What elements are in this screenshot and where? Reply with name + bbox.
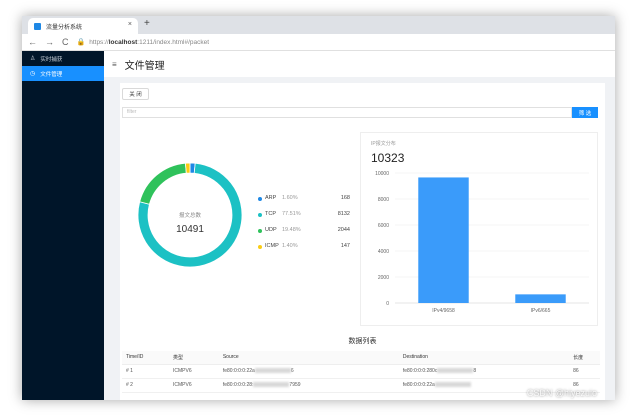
legend-pct: 77.51% bbox=[282, 211, 301, 217]
col-header[interactable]: 类型 bbox=[168, 351, 219, 365]
bar-chart-svg: 0 2000 4000 6000 8000 10000 IPv4/9658 IPv6/665 bbox=[375, 171, 589, 314]
legend-count: 147 bbox=[340, 243, 350, 249]
col-header[interactable]: Source bbox=[218, 351, 399, 365]
x-tick-label: IPv4/9658 bbox=[432, 308, 455, 314]
browser-window: 流量分析系统 × + ← → C 🔒 https://localhost:121… bbox=[22, 16, 615, 400]
table-row[interactable]: # 1 ICMPV6 fe80:0:0:0:22a 6 fe80:0:0:0:28… bbox=[122, 364, 600, 379]
cell-destination: fe80:0:0:0:280c 8 bbox=[398, 364, 570, 379]
new-tab-icon[interactable]: + bbox=[144, 18, 150, 29]
col-header[interactable]: Time/ID bbox=[122, 351, 169, 365]
menu-icon[interactable]: ≡ bbox=[112, 60, 117, 69]
legend-pct: 1.60% bbox=[282, 195, 298, 201]
user-icon: ♙ bbox=[30, 56, 36, 62]
filter-button[interactable]: 筛 选 bbox=[572, 107, 598, 118]
bar-subtitle: IP报文分布 bbox=[371, 141, 396, 147]
legend-label: UDP bbox=[265, 227, 277, 233]
watermark: CSDN @hiyezuio bbox=[526, 388, 597, 398]
cell-id: # 1 bbox=[122, 364, 169, 379]
address-bar: ← → C 🔒 https://localhost:1211/index.htm… bbox=[22, 34, 615, 51]
content-panel: 关 闭 filter 筛 选 报文总数 10491 ARP 1.60% 168 bbox=[120, 83, 605, 400]
app-root: ♙ 实时捕获 ◷ 文件管理 ≡ 文件管理 关 闭 filter 筛 选 报文总数 bbox=[22, 51, 615, 400]
cell-source: fe80:0:0:0:22a 6 bbox=[218, 364, 399, 379]
table-title: 数据列表 bbox=[348, 338, 377, 345]
legend-item-arp[interactable]: ARP 1.60% 168 bbox=[258, 195, 350, 203]
close-button[interactable]: 关 闭 bbox=[122, 88, 149, 100]
legend-label: ARP bbox=[265, 195, 277, 201]
protocol-donut-chart: 报文总数 10491 ARP 1.60% 168 TCP 77.51% 8132 bbox=[130, 133, 355, 288]
page-header: ≡ 文件管理 bbox=[104, 51, 615, 77]
cell-length: 86 bbox=[569, 364, 600, 379]
legend-item-udp[interactable]: UDP 19.48% 2044 bbox=[258, 227, 350, 235]
legend-count: 8132 bbox=[337, 211, 350, 217]
sidebar-item-capture[interactable]: ♙ 实时捕获 bbox=[22, 51, 104, 66]
packet-table: Time/ID 类型 Source Destination 长度 # 1 ICM… bbox=[122, 351, 600, 393]
url-field[interactable]: https://localhost:1211/index.html#/packe… bbox=[89, 39, 209, 46]
legend-pct: 19.48% bbox=[282, 227, 301, 233]
legend-count: 168 bbox=[340, 195, 350, 201]
legend-item-icmp[interactable]: ICMP 1.40% 147 bbox=[258, 243, 350, 251]
bar-total: 10323 bbox=[371, 151, 405, 165]
sidebar-item-files[interactable]: ◷ 文件管理 bbox=[22, 66, 104, 81]
sidebar: ♙ 实时捕获 ◷ 文件管理 bbox=[22, 51, 104, 400]
legend-label: ICMP bbox=[265, 243, 279, 249]
table-header-row: Time/ID 类型 Source Destination 长度 bbox=[122, 351, 600, 365]
legend-item-tcp[interactable]: TCP 77.51% 8132 bbox=[258, 211, 350, 219]
ip-distribution-card: IP报文分布 10323 0 2000 4000 6000 8000 10000 IPv4/… bbox=[360, 132, 598, 326]
browser-tab[interactable]: 流量分析系统 × bbox=[28, 18, 138, 34]
tab-title: 流量分析系统 bbox=[46, 24, 83, 31]
legend-dot bbox=[258, 245, 262, 249]
favicon-icon bbox=[34, 22, 41, 30]
bar-1[interactable] bbox=[515, 294, 566, 303]
legend-dot bbox=[258, 213, 262, 217]
col-header[interactable]: Destination bbox=[398, 351, 570, 365]
y-tick-label: 8000 bbox=[378, 197, 389, 203]
browser-tabbar: 流量分析系统 × + bbox=[22, 16, 615, 34]
cell-type: ICMPV6 bbox=[168, 364, 219, 379]
forward-icon[interactable]: → bbox=[45, 37, 54, 47]
sidebar-item-label: 实时捕获 bbox=[40, 56, 63, 63]
y-tick-label: 4000 bbox=[378, 249, 389, 255]
clock-icon: ◷ bbox=[30, 71, 36, 77]
cell-source: fe80:0:0:0:28: 7959 bbox=[218, 378, 399, 393]
reload-icon[interactable]: C bbox=[62, 37, 69, 47]
page-title: 文件管理 bbox=[124, 60, 165, 72]
cell-type: ICMPV6 bbox=[168, 378, 219, 393]
legend-dot bbox=[258, 229, 262, 233]
donut-center-label: 报文总数 bbox=[178, 213, 201, 219]
y-tick-label: 10000 bbox=[375, 171, 389, 177]
lock-icon: 🔒 bbox=[76, 39, 86, 46]
col-header[interactable]: 长度 bbox=[569, 351, 600, 365]
legend-pct: 1.40% bbox=[282, 243, 298, 249]
y-tick-label: 2000 bbox=[378, 275, 389, 281]
legend-count: 2044 bbox=[337, 227, 350, 233]
tab-close-icon[interactable]: × bbox=[128, 21, 132, 28]
x-tick-label: IPv6/665 bbox=[531, 308, 551, 314]
main-area: ≡ 文件管理 关 闭 filter 筛 选 报文总数 10491 ARP 1.6… bbox=[104, 51, 615, 400]
donut-slice-icmp[interactable] bbox=[184, 162, 191, 174]
donut-center-total: 10491 bbox=[176, 224, 204, 235]
sidebar-item-label: 文件管理 bbox=[40, 71, 63, 78]
donut-slice-udp[interactable] bbox=[139, 162, 187, 205]
legend-label: TCP bbox=[265, 211, 276, 217]
legend-dot bbox=[258, 197, 262, 201]
bar-0[interactable] bbox=[418, 177, 469, 303]
cell-id: # 2 bbox=[122, 378, 169, 393]
y-tick-label: 6000 bbox=[378, 223, 389, 229]
y-tick-label: 0 bbox=[386, 301, 389, 307]
filter-input[interactable]: filter bbox=[122, 107, 572, 118]
back-icon[interactable]: ← bbox=[28, 37, 37, 47]
